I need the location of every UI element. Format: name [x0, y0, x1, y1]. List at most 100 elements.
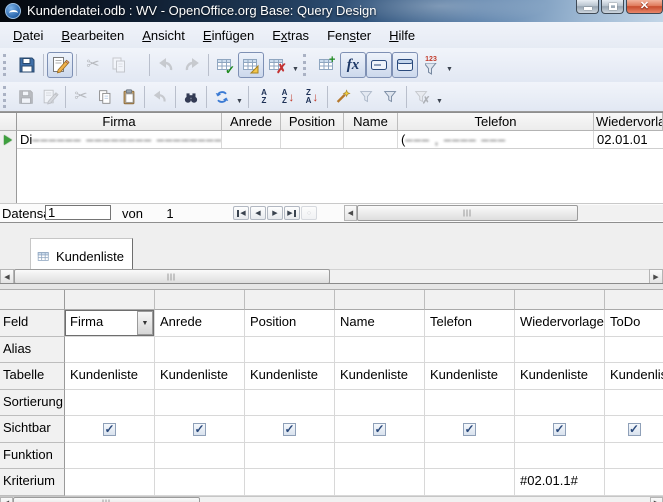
cell-telefon[interactable]: (‒‒‒ , ‒‒‒‒ ‒‒‒ — [398, 131, 594, 148]
sort-ascending-button[interactable]: AZ↓ — [276, 85, 300, 109]
funktion-cell[interactable] — [155, 443, 245, 469]
toolbar-options-button[interactable]: ▼ — [444, 53, 455, 77]
first-record-button[interactable]: ◀ — [233, 206, 249, 220]
tabelle-cell[interactable]: Kundenliste — [425, 363, 515, 390]
feld-cell[interactable]: Telefon — [425, 310, 515, 337]
design-grid-corner[interactable] — [0, 290, 65, 310]
alias-button[interactable] — [366, 52, 392, 78]
scroll-right-button[interactable]: ▶ — [650, 497, 663, 502]
chevron-down-icon[interactable]: ▼ — [137, 311, 153, 335]
kriterium-cell[interactable] — [65, 469, 155, 496]
sortierung-cell[interactable] — [335, 390, 425, 416]
scrollbar-thumb[interactable] — [357, 205, 578, 221]
toolbar-grip[interactable] — [303, 54, 310, 76]
title-bar[interactable]: Kundendatei.odb : WV - OpenOffice.org Ba… — [0, 0, 663, 22]
tabelle-cell[interactable]: Kundenliste — [605, 363, 663, 390]
funktion-cell[interactable] — [65, 443, 155, 469]
visible-checkbox[interactable]: ✓ — [553, 423, 566, 436]
alias-cell[interactable] — [515, 337, 605, 363]
design-column-header[interactable] — [425, 290, 515, 310]
sichtbar-cell[interactable]: ✓ — [65, 416, 155, 443]
save-record-button[interactable] — [14, 85, 38, 109]
feld-cell[interactable]: Name — [335, 310, 425, 337]
scroll-left-button[interactable]: ◀ — [344, 205, 357, 221]
scroll-left-button[interactable]: ◀ — [0, 497, 13, 502]
tabelle-cell[interactable]: Kundenliste — [65, 363, 155, 390]
sort-button[interactable]: AZ — [252, 85, 276, 109]
kriterium-cell[interactable] — [605, 469, 663, 496]
find-record-button[interactable] — [179, 85, 203, 109]
refresh-button[interactable] — [210, 85, 234, 109]
sichtbar-cell[interactable]: ✓ — [605, 416, 663, 443]
edit-button[interactable] — [47, 52, 73, 78]
redo-button[interactable] — [179, 52, 205, 78]
alias-cell[interactable] — [155, 337, 245, 363]
new-record-button[interactable]: ○ — [301, 206, 317, 220]
kriterium-cell[interactable] — [155, 469, 245, 496]
cell-position[interactable] — [281, 131, 344, 148]
scroll-left-button[interactable]: ◀ — [0, 269, 14, 284]
standard-filter-button[interactable] — [379, 85, 403, 109]
copy-button2[interactable] — [93, 85, 117, 109]
scrollbar-thumb[interactable] — [14, 269, 330, 284]
apply-filter-button[interactable] — [355, 85, 379, 109]
feld-cell[interactable]: Wiedervorlage — [515, 310, 605, 337]
edit-data-button[interactable] — [38, 85, 62, 109]
sortierung-cell[interactable] — [155, 390, 245, 416]
scroll-right-button[interactable]: ▶ — [649, 269, 663, 284]
undo-data-button[interactable] — [148, 85, 172, 109]
design-column-header[interactable] — [515, 290, 605, 310]
toolbar-grip[interactable] — [3, 54, 10, 76]
paste-button[interactable] — [117, 85, 141, 109]
sortierung-cell[interactable] — [515, 390, 605, 416]
kriterium-cell[interactable] — [335, 469, 425, 496]
clear-query-button[interactable]: ✗ — [264, 52, 290, 78]
distinct-values-button[interactable]: 123 — [418, 52, 444, 78]
sichtbar-cell[interactable]: ✓ — [245, 416, 335, 443]
kriterium-cell[interactable] — [245, 469, 335, 496]
next-record-button[interactable]: ▶ — [267, 206, 283, 220]
sortierung-cell[interactable] — [605, 390, 663, 416]
maximize-button[interactable] — [601, 0, 624, 14]
feld-cell[interactable]: ToDo — [605, 310, 663, 337]
sort-descending-button[interactable]: ZA↓ — [300, 85, 324, 109]
menu-bearbeiten[interactable]: Bearbeiten — [52, 25, 133, 46]
feld-cell[interactable]: Anrede — [155, 310, 245, 337]
sichtbar-cell[interactable]: ✓ — [155, 416, 245, 443]
menu-fenster[interactable]: Fenster — [318, 25, 380, 46]
visible-checkbox[interactable]: ✓ — [283, 423, 296, 436]
column-header-wiedervorlage[interactable]: Wiedervorlage — [594, 113, 663, 131]
column-header-position[interactable]: Position — [281, 113, 344, 131]
menu-datei[interactable]: Datei — [4, 25, 52, 46]
sortierung-cell[interactable] — [245, 390, 335, 416]
sichtbar-cell[interactable]: ✓ — [425, 416, 515, 443]
cell-anrede[interactable] — [222, 131, 281, 148]
design-column-header[interactable] — [335, 290, 425, 310]
refresh-options-button[interactable]: ▼ — [234, 85, 245, 109]
cell-firma[interactable]: Di‒‒‒‒‒‒ ‒‒‒‒‒‒‒‒ ‒‒‒‒‒‒‒‒‒ — [17, 131, 222, 148]
column-header-name[interactable]: Name — [344, 113, 398, 131]
cut-button[interactable]: ✂ — [80, 52, 106, 78]
remove-filter-button[interactable]: ✗ — [410, 85, 434, 109]
toolbar-options-button[interactable]: ▼ — [290, 53, 301, 77]
menu-einfuegen[interactable]: Einfügen — [194, 25, 263, 46]
close-button[interactable]: ✕ — [626, 0, 663, 14]
record-number-input[interactable] — [45, 205, 111, 220]
run-query-button[interactable]: ✓ — [212, 52, 238, 78]
column-header-telefon[interactable]: Telefon — [398, 113, 594, 131]
undo-button[interactable] — [153, 52, 179, 78]
design-view-button[interactable] — [238, 52, 264, 78]
kriterium-cell[interactable] — [425, 469, 515, 496]
design-column-header[interactable] — [245, 290, 335, 310]
functions-button[interactable]: fx — [340, 52, 366, 78]
design-column-header[interactable] — [605, 290, 663, 310]
alias-cell[interactable] — [335, 337, 425, 363]
alias-cell[interactable] — [425, 337, 515, 363]
copy-button[interactable] — [106, 52, 132, 78]
toolbar-options-button[interactable]: ▼ — [434, 85, 445, 109]
alias-cell[interactable] — [605, 337, 663, 363]
feld-cell[interactable]: Position — [245, 310, 335, 337]
visible-checkbox[interactable]: ✓ — [628, 423, 641, 436]
auto-filter-button[interactable] — [331, 85, 355, 109]
menu-hilfe[interactable]: Hilfe — [380, 25, 424, 46]
